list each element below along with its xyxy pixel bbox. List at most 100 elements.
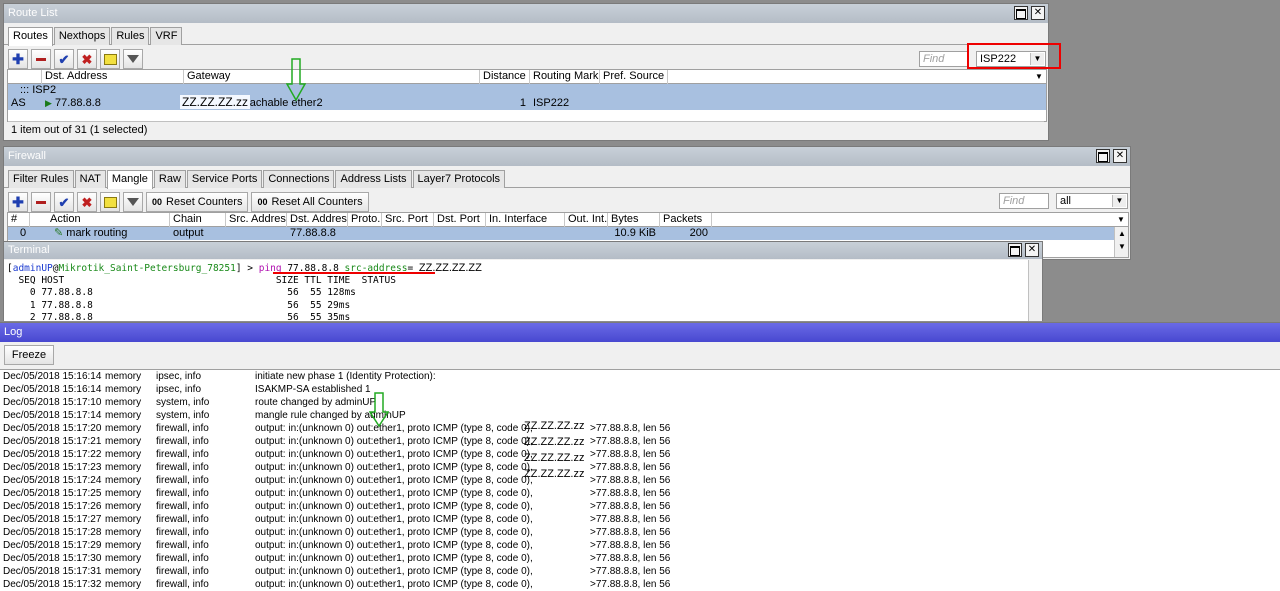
dropdown-arrow-icon[interactable]: ▼ <box>1112 195 1126 207</box>
maximize-icon[interactable] <box>1008 243 1022 257</box>
disable-icon[interactable]: ✖ <box>77 192 97 212</box>
tab-connections[interactable]: Connections <box>263 170 335 188</box>
log-time: Dec/05/2018 15:17:30 <box>3 553 102 564</box>
log-time: Dec/05/2018 15:16:14 <box>3 371 102 382</box>
tab-layer7-protocols[interactable]: Layer7 Protocols <box>412 170 506 188</box>
scroll-down-icon[interactable]: ▼ <box>1115 240 1129 253</box>
log-row[interactable]: Dec/05/2018 15:17:27 memory firewall, info… <box>0 513 1280 526</box>
close-icon[interactable]: ✕ <box>1113 149 1127 163</box>
tab-nat[interactable]: NAT <box>74 170 106 188</box>
columns-menu-icon[interactable]: ▼ <box>1114 213 1128 227</box>
tab-rules[interactable]: Rules <box>111 27 150 45</box>
table-row[interactable]: 0 ✎ mark routing output 77.88.8.8 10.9 K… <box>8 227 1114 240</box>
tab-address-lists[interactable]: Address Lists <box>335 170 412 188</box>
log-row[interactable]: Dec/05/2018 15:16:14 memory ipsec, info ini… <box>0 370 1280 383</box>
firewall-titlebar[interactable]: Firewall ✕ <box>4 147 1130 166</box>
comment-icon[interactable] <box>100 192 120 212</box>
log-row[interactable]: Dec/05/2018 15:17:23 memory firewall, info… <box>0 461 1280 474</box>
log-topics: firewall, info <box>156 488 209 499</box>
log-time: Dec/05/2018 15:17:28 <box>3 527 102 538</box>
maximize-icon[interactable] <box>1096 149 1110 163</box>
firewall-find-input[interactable]: Find <box>999 193 1049 209</box>
col-pref-source[interactable]: Pref. Source <box>600 70 668 84</box>
log-time: Dec/05/2018 15:16:14 <box>3 384 102 395</box>
col-out-interface[interactable]: Out. Int... <box>565 213 608 227</box>
table-row[interactable]: AS ▶ 77.88.8.8 reachable ether2 1 ISP222 <box>8 97 1046 110</box>
columns-menu-icon[interactable]: ▼ <box>1032 70 1046 84</box>
reset-all-counters-button[interactable]: 00 Reset All Counters <box>251 192 369 212</box>
route-group-label: ::: ISP2 <box>20 84 57 96</box>
close-icon[interactable]: ✕ <box>1031 6 1045 20</box>
comment-icon[interactable] <box>100 49 120 69</box>
freeze-button[interactable]: Freeze <box>4 345 54 365</box>
tab-vrf[interactable]: VRF <box>150 27 183 45</box>
terminal-titlebar[interactable]: Terminal ✕ <box>4 242 1042 259</box>
log-row[interactable]: Dec/05/2018 15:17:25 memory firewall, info… <box>0 487 1280 500</box>
mangle-scrollbar[interactable]: ▲ ▼ <box>1114 227 1128 257</box>
col-num[interactable]: # <box>8 213 30 227</box>
tab-routes[interactable]: Routes <box>8 27 53 46</box>
tab-nexthops[interactable]: Nexthops <box>53 27 111 45</box>
col-dst-port[interactable]: Dst. Port <box>434 213 486 227</box>
log-time: Dec/05/2018 15:17:23 <box>3 462 102 473</box>
col-distance[interactable]: Distance <box>480 70 530 84</box>
log-buffer: memory <box>105 501 142 512</box>
remove-icon[interactable] <box>31 192 51 212</box>
col-flags[interactable] <box>8 70 42 84</box>
log-row[interactable]: Dec/05/2018 15:17:24 memory firewall, info… <box>0 474 1280 487</box>
log-row[interactable]: Dec/05/2018 15:17:20 memory firewall, info… <box>0 422 1280 435</box>
log-tail: >77.88.8.8, len 56 <box>590 579 671 590</box>
log-titlebar[interactable]: Log <box>0 323 1280 342</box>
col-dst-address[interactable]: Dst. Address <box>42 70 184 84</box>
log-row[interactable]: Dec/05/2018 15:17:32 memory firewall, info… <box>0 578 1280 591</box>
tab-service-ports[interactable]: Service Ports <box>186 170 263 188</box>
filter-icon[interactable] <box>123 192 143 212</box>
log-row[interactable]: Dec/05/2018 15:17:31 memory firewall, info… <box>0 565 1280 578</box>
tab-raw[interactable]: Raw <box>153 170 186 188</box>
col-src-address[interactable]: Src. Address <box>226 213 287 227</box>
remove-icon[interactable] <box>31 49 51 69</box>
col-in-interface[interactable]: In. Interface <box>486 213 565 227</box>
tab-mangle[interactable]: Mangle <box>106 170 153 189</box>
filter-icon[interactable] <box>123 49 143 69</box>
col-protocol[interactable]: Proto... <box>348 213 382 227</box>
col-action[interactable]: Action <box>30 213 170 227</box>
col-dst-address[interactable]: Dst. Address <box>287 213 348 227</box>
firewall-filter-select[interactable]: all ▼ <box>1056 193 1128 209</box>
maximize-icon[interactable] <box>1014 6 1028 20</box>
gateway-annotation: ZZ.ZZ.ZZ.zz <box>180 95 250 109</box>
log-row[interactable]: Dec/05/2018 15:17:28 memory firewall, info… <box>0 526 1280 539</box>
tab-filter-rules[interactable]: Filter Rules <box>8 170 74 188</box>
scroll-up-icon[interactable]: ▲ <box>1115 227 1129 240</box>
log-row[interactable]: Dec/05/2018 15:17:26 memory firewall, info… <box>0 500 1280 513</box>
terminal-output[interactable]: [adminUP@Mikrotik_Saint-Petersburg_78251… <box>4 260 1028 321</box>
enable-icon[interactable]: ✔ <box>54 49 74 69</box>
log-row[interactable]: Dec/05/2018 15:17:29 memory firewall, info… <box>0 539 1280 552</box>
route-find-input[interactable]: Find <box>919 51 969 67</box>
log-window: Log Freeze Dec/05/2018 15:16:14 memory ips… <box>0 322 1280 591</box>
route-list-titlebar[interactable]: Route List ✕ <box>4 4 1048 23</box>
disable-icon[interactable]: ✖ <box>77 49 97 69</box>
log-row[interactable]: Dec/05/2018 15:17:10 memory system, info ro… <box>0 396 1280 409</box>
add-icon[interactable]: ✚ <box>8 49 28 69</box>
col-bytes[interactable]: Bytes <box>608 213 660 227</box>
col-packets[interactable]: Packets <box>660 213 712 227</box>
route-list-title: Route List <box>8 7 58 19</box>
log-row[interactable]: Dec/05/2018 15:17:21 memory firewall, info… <box>0 435 1280 448</box>
log-row[interactable]: Dec/05/2018 15:17:22 memory firewall, info… <box>0 448 1280 461</box>
route-status: 1 item out of 31 (1 selected) <box>8 121 1044 137</box>
col-routing-mark[interactable]: Routing Mark <box>530 70 600 84</box>
log-row[interactable]: Dec/05/2018 15:17:30 memory firewall, info… <box>0 552 1280 565</box>
col-chain[interactable]: Chain <box>170 213 226 227</box>
col-src-port[interactable]: Src. Port <box>382 213 434 227</box>
col-gateway[interactable]: Gateway <box>184 70 480 84</box>
route-group-row[interactable]: ::: ISP2 <box>8 84 1046 97</box>
add-icon[interactable]: ✚ <box>8 192 28 212</box>
close-icon[interactable]: ✕ <box>1025 243 1039 257</box>
reset-counters-button[interactable]: 00 Reset Counters <box>146 192 249 212</box>
terminal-scrollbar[interactable] <box>1028 260 1042 321</box>
enable-icon[interactable]: ✔ <box>54 192 74 212</box>
log-row[interactable]: Dec/05/2018 15:16:14 memory ipsec, info ISA… <box>0 383 1280 396</box>
log-row[interactable]: Dec/05/2018 15:17:14 memory system, info ma… <box>0 409 1280 422</box>
log-tail: >77.88.8.8, len 56 <box>590 449 671 460</box>
